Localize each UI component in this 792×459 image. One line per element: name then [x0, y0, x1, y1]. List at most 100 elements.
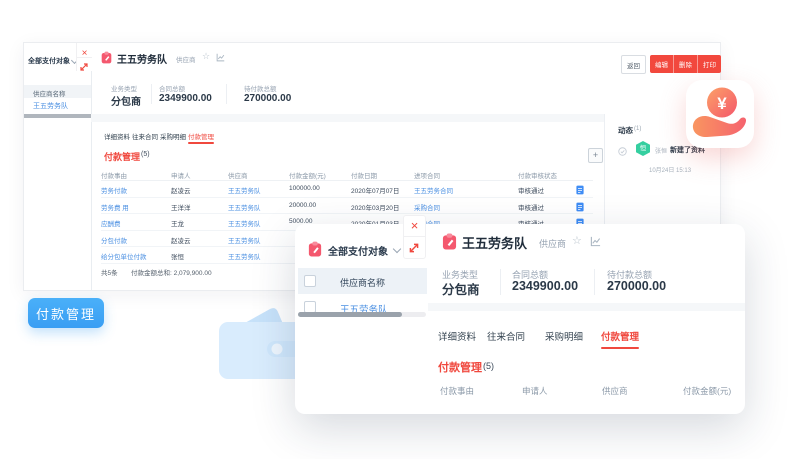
- stat-value: 2349900.00: [512, 279, 578, 293]
- tab-details[interactable]: 详细资料: [438, 329, 476, 343]
- stat-value: 270000.00: [244, 93, 291, 104]
- tab-details[interactable]: 详细资料: [104, 131, 130, 141]
- delete-button[interactable]: 删除: [674, 55, 698, 73]
- stat-label: 合同总额: [159, 83, 185, 93]
- payment-app-icon: ¥: [686, 80, 754, 148]
- payees-panel-title[interactable]: 全部支付对象: [328, 243, 388, 258]
- approval-flow-icon[interactable]: [576, 202, 584, 212]
- panel-scrollbar[interactable]: [24, 114, 91, 118]
- page: 全部支付对象 × 供应商名称 王五劳务队 王五劳务队 供应商 ☆: [0, 0, 792, 459]
- stat-divider: [151, 84, 152, 104]
- applicant: 赵凌云: [171, 235, 191, 245]
- applicant: 王洋洋: [171, 202, 191, 212]
- pay-date: 2020年03月20日: [351, 202, 399, 212]
- stat-value: 分包商: [111, 93, 141, 108]
- tab-payments[interactable]: 付款管理: [601, 329, 639, 343]
- star-icon[interactable]: ☆: [202, 51, 210, 62]
- supplier-list-item[interactable]: 王五劳务队: [33, 101, 68, 111]
- payees-panel-title[interactable]: 全部支付对象: [28, 56, 70, 66]
- payees-panel: 全部支付对象 × 供应商名称 王五劳务队: [24, 43, 92, 290]
- supplier-link[interactable]: 王五劳务队: [228, 185, 261, 195]
- plus-icon: +: [593, 150, 598, 160]
- payment-reason-link[interactable]: 劳务付款: [101, 185, 127, 195]
- record-type-label: 供应商: [539, 237, 566, 250]
- contract-link[interactable]: 采购合同: [414, 202, 440, 212]
- tab-purchases[interactable]: 采购明细: [160, 131, 186, 141]
- star-icon[interactable]: ☆: [572, 234, 582, 247]
- section-count: (5): [483, 361, 494, 371]
- section-count: (5): [141, 151, 150, 158]
- supplier-link[interactable]: 王五劳务队: [228, 218, 261, 228]
- tab-payments[interactable]: 付款管理: [188, 131, 214, 141]
- active-tab-underline: [601, 347, 639, 349]
- activity-user: 张恒: [655, 146, 667, 155]
- select-all-checkbox[interactable]: [304, 275, 316, 287]
- audit-status: 审核通过: [518, 202, 544, 212]
- table-amount-total: 付款金额总和: 2,079,900.00: [131, 267, 212, 277]
- panel-controls: ×: [403, 215, 426, 259]
- close-icon[interactable]: ×: [77, 43, 92, 58]
- detail-window: 全部支付对象 × 供应商名称 王五劳务队 王五劳务队 供应商 ☆ 业务类: [295, 224, 745, 414]
- stat-label: 待付款总额: [244, 83, 277, 93]
- payment-reason-link[interactable]: 分包付款: [101, 235, 127, 245]
- supplier-link[interactable]: 王五劳务队: [228, 235, 261, 245]
- audit-status: 审核通过: [518, 185, 544, 195]
- supplier-link[interactable]: 王五劳务队: [228, 251, 261, 261]
- column-header: 供应商: [602, 385, 628, 397]
- supplier-column-header: 供应商名称: [298, 268, 427, 294]
- trend-icon[interactable]: [216, 53, 225, 62]
- applicant: 王龙: [171, 218, 184, 228]
- payment-reason-link[interactable]: 给分包单位付款: [101, 251, 147, 261]
- tab-purchases[interactable]: 采购明细: [545, 329, 583, 343]
- activity-time: 10月24日 15:13: [649, 165, 691, 174]
- pay-date: 2020年07月07日: [351, 185, 399, 195]
- stat-value: 2349900.00: [159, 93, 212, 104]
- supplier-column-header: 供应商名称: [24, 85, 91, 98]
- amount: 20000.00: [289, 202, 316, 209]
- applicant: 赵凌云: [171, 185, 191, 195]
- expand-icon[interactable]: [408, 241, 420, 259]
- payment-reason-link[interactable]: 应酬费: [101, 218, 121, 228]
- avatar: 恒: [636, 141, 650, 156]
- section-title: 付款管理: [104, 150, 140, 163]
- activity-count: (1): [634, 126, 641, 132]
- stat-divider: [594, 269, 595, 295]
- check-circle-icon: [618, 147, 627, 156]
- contract-link[interactable]: 王五劳务合同: [414, 185, 453, 195]
- chevron-down-icon[interactable]: [393, 245, 401, 253]
- back-button[interactable]: 返回: [621, 55, 646, 74]
- record-title: 王五劳务队: [462, 233, 527, 252]
- payment-row: 劳务费 用 王洋洋 王五劳务队 20000.00 2020年03月20日 采购合…: [101, 197, 593, 215]
- column-header: 付款金额(元): [683, 385, 731, 397]
- stat-value: 分包商: [442, 279, 480, 298]
- stat-divider: [226, 84, 227, 104]
- yen-symbol: ¥: [717, 94, 727, 113]
- table-header-row: 付款事由 申请人 供应商 付款金额(元) 付款日期 进项合同 付款审核状态: [101, 167, 593, 181]
- active-tab-underline: [188, 142, 214, 144]
- record-type-label: 供应商: [176, 54, 196, 64]
- payment-reason-link[interactable]: 劳务费 用: [101, 202, 129, 212]
- stat-divider: [500, 269, 501, 295]
- tab-contracts[interactable]: 往来合同: [132, 131, 158, 141]
- close-icon[interactable]: ×: [404, 216, 425, 237]
- clipboard-icon: [442, 233, 457, 250]
- trend-icon[interactable]: [590, 236, 601, 247]
- hand-coin-icon: ¥: [686, 80, 754, 148]
- horizontal-scrollbar[interactable]: [298, 312, 402, 317]
- section-title: 付款管理: [438, 359, 482, 375]
- expand-icon[interactable]: [79, 59, 89, 77]
- header-separator-band: [91, 114, 604, 122]
- tab-contracts[interactable]: 往来合同: [487, 329, 525, 343]
- column-header: 付款事由: [440, 385, 474, 397]
- print-button[interactable]: 打印: [698, 55, 721, 73]
- amount: 100000.00: [289, 185, 320, 192]
- approval-flow-icon[interactable]: [576, 185, 584, 195]
- supplier-link[interactable]: 王五劳务队: [228, 202, 261, 212]
- toolbar-red-group: 编辑 删除 打印: [650, 55, 721, 73]
- applicant: 张恒: [171, 251, 184, 261]
- table-row-count: 共5条: [101, 267, 118, 277]
- payment-row: 劳务付款 赵凌云 王五劳务队 100000.00 2020年07月07日 王五劳…: [101, 180, 593, 198]
- payment-management-badge: 付款管理: [28, 298, 104, 328]
- edit-button[interactable]: 编辑: [650, 55, 674, 73]
- add-payment-button[interactable]: +: [588, 148, 603, 163]
